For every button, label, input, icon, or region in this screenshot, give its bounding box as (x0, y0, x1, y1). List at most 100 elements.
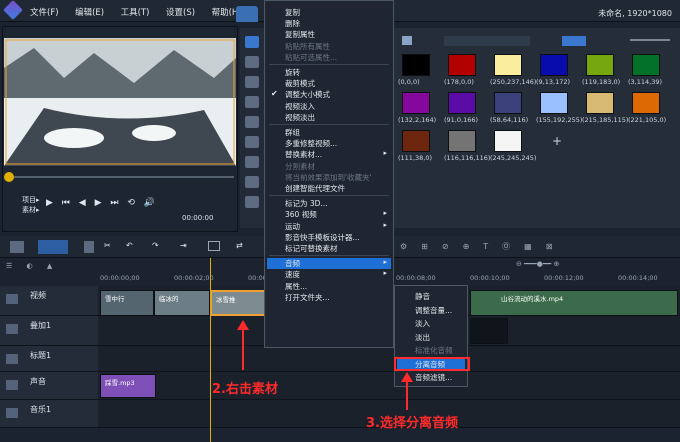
redo-icon[interactable]: ↷ (152, 241, 159, 250)
video-clip-selected[interactable]: 冰雪推 (210, 290, 266, 316)
cut-icon[interactable]: ✂ (104, 241, 114, 253)
context-menu-item[interactable]: 影音快手模板设计器... (285, 232, 360, 243)
menu-settings[interactable]: 设置(S) (166, 8, 195, 18)
context-menu-item[interactable]: 旋转 (285, 67, 300, 78)
context-menu-item[interactable]: 属性... (285, 281, 307, 292)
color-swatch[interactable] (632, 92, 660, 114)
context-menu-item[interactable]: 360 视频 (285, 209, 317, 220)
media-filter-buttons[interactable] (444, 36, 530, 46)
color-swatch[interactable] (402, 130, 430, 152)
thumbnail-size-slider[interactable] (630, 39, 670, 41)
motion-icon[interactable] (245, 176, 259, 188)
context-menu-item[interactable]: 调整大小模式 (285, 89, 330, 100)
title-icon[interactable] (245, 96, 259, 108)
submenu-item[interactable]: 淡出 (415, 332, 430, 343)
graphic-icon[interactable] (245, 116, 259, 128)
context-menu-item[interactable]: 视频淡入 (285, 101, 315, 112)
submenu-item[interactable]: 调整音量... (415, 305, 452, 316)
view-toggle[interactable] (562, 36, 586, 46)
context-menu-item[interactable]: 裁剪模式 (285, 78, 315, 89)
timecode-display[interactable]: 00:00:00 (182, 214, 213, 222)
video-clip-2[interactable]: 临冰的 (154, 290, 210, 316)
sync-icon[interactable]: ⇄ (236, 241, 243, 250)
folder-icon[interactable] (402, 36, 412, 45)
project-mode-label[interactable]: 项目▸ (22, 195, 40, 205)
video-clip-stream[interactable]: 山谷流动的溪水.mp4 (470, 290, 678, 316)
home-icon[interactable]: ⏮ (62, 198, 70, 208)
context-menu-item[interactable]: 复制属性 (285, 29, 315, 40)
context-menu-item[interactable]: 视频淡出 (285, 112, 315, 123)
instant-project-icon[interactable] (245, 56, 259, 68)
context-menu-item[interactable]: 音频 (267, 258, 391, 270)
menu-edit[interactable]: 编辑(E) (75, 8, 104, 18)
media-icon[interactable] (245, 36, 259, 48)
color-swatch[interactable] (586, 54, 614, 76)
submenu-item[interactable]: 音频滤镜... (415, 372, 452, 383)
submenu-item[interactable]: 淡入 (415, 318, 430, 329)
zoom-controls[interactable]: ⊖ ━━━●━━ ⊕ (516, 260, 636, 270)
track-header[interactable]: 声音 (0, 372, 98, 400)
track-lane[interactable] (98, 346, 680, 372)
scrubber-handle[interactable] (4, 172, 14, 182)
track-header[interactable]: 叠加1 (0, 316, 98, 346)
tool-icons-right[interactable]: ⚙⊞⊘⊕TⓄ▦⊠ (400, 241, 640, 253)
video-clip-1[interactable]: 雪中行 (100, 290, 154, 316)
track-header[interactable]: 音乐1 (0, 400, 98, 428)
volume-icon[interactable]: 🔊 (144, 198, 155, 208)
color-swatch[interactable] (632, 54, 660, 76)
end-icon[interactable]: ⏭ (110, 198, 118, 208)
repeat-icon[interactable]: ⟲ (127, 198, 135, 208)
record-icon[interactable] (208, 241, 220, 251)
context-menu-item[interactable]: 复制 (285, 7, 300, 18)
clip-mode-label[interactable]: 素材▸ (22, 205, 40, 215)
track-header[interactable]: 标题1 (0, 346, 98, 372)
color-swatch[interactable] (494, 54, 522, 76)
path-icon[interactable] (245, 156, 259, 168)
context-menu-item[interactable]: 速度 (285, 269, 300, 280)
color-swatch[interactable] (448, 54, 476, 76)
color-swatch[interactable] (448, 130, 476, 152)
context-menu-item[interactable]: 群组 (285, 127, 300, 138)
color-swatch[interactable] (402, 54, 430, 76)
scrubber-track[interactable] (6, 176, 234, 178)
next-frame-icon[interactable]: ▶ (95, 198, 102, 208)
color-swatch[interactable] (540, 54, 568, 76)
fit-icon[interactable]: ⇥ (180, 241, 187, 250)
prev-frame-icon[interactable]: ◀ (79, 198, 86, 208)
menu-file[interactable]: 文件(F) (30, 8, 59, 18)
context-menu-item[interactable]: 多重修整视频... (285, 138, 337, 149)
context-menu-item[interactable]: 标记为 3D... (285, 198, 328, 209)
context-menu-item: 将当前效果添加到'收藏夹' (285, 172, 372, 182)
undo-icon[interactable]: ↶ (126, 241, 133, 250)
context-menu-item[interactable]: 标记可替换素材 (285, 243, 338, 254)
color-swatch[interactable] (448, 92, 476, 114)
home-tab[interactable] (236, 6, 258, 22)
track-manager-icon[interactable] (84, 241, 94, 253)
color-swatch[interactable] (494, 92, 522, 114)
menu-tools[interactable]: 工具(T) (121, 8, 150, 18)
add-color-button[interactable]: + (552, 134, 562, 148)
color-swatch[interactable] (586, 92, 614, 114)
play-icon[interactable]: ▶ (46, 198, 53, 208)
color-swatch[interactable] (402, 92, 430, 114)
context-menu-item[interactable]: 创建智能代理文件 (285, 183, 345, 194)
context-menu-item[interactable]: 删除 (285, 18, 300, 29)
track-lane[interactable] (98, 372, 680, 400)
overlay-clip[interactable] (470, 318, 508, 344)
context-menu-item[interactable]: 打开文件夹... (285, 292, 330, 303)
timeline-view-icon[interactable] (38, 240, 68, 254)
speed-icon[interactable] (245, 196, 259, 208)
context-menu-item[interactable]: 替换素材... (285, 149, 322, 160)
audio-clip[interactable]: 踩雪.mp3 (100, 374, 156, 398)
submenu-item[interactable]: 静音 (415, 291, 430, 302)
transition-icon[interactable] (245, 76, 259, 88)
context-menu-item[interactable]: 运动 (285, 221, 300, 232)
storyboard-view-icon[interactable] (10, 241, 24, 253)
color-swatch[interactable] (540, 92, 568, 114)
filter-icon[interactable] (245, 136, 259, 148)
playhead[interactable] (210, 258, 211, 442)
color-swatch[interactable] (494, 130, 522, 152)
track-header-tools[interactable]: ☰ ◐ ▲ (6, 262, 86, 274)
track-header[interactable]: 视频 (0, 286, 98, 316)
track-type-icon (6, 354, 18, 364)
